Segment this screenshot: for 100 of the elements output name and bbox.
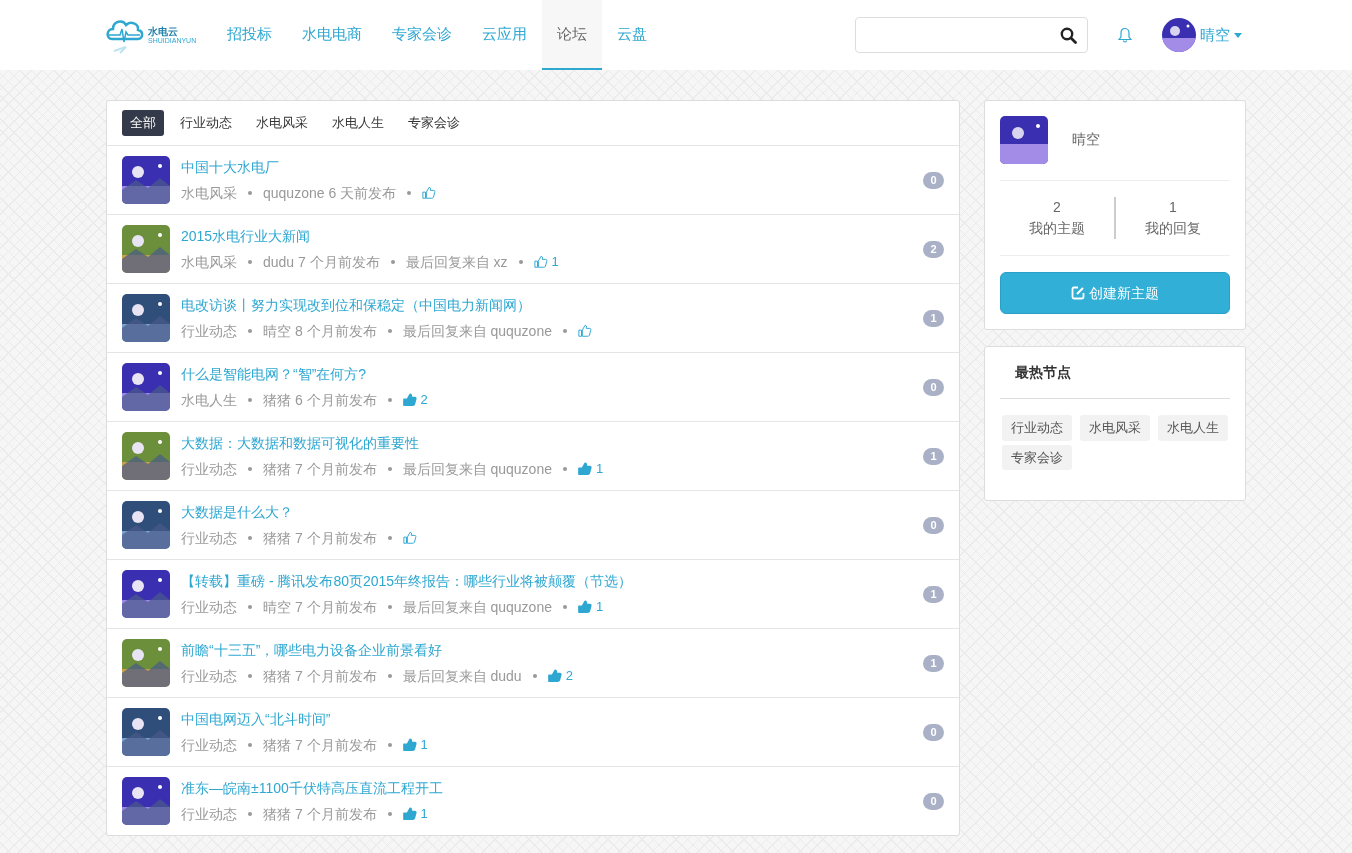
topic-title[interactable]: 什么是智能电网？“智”在何方? [181, 363, 912, 385]
node-link[interactable]: 行业动态 [181, 458, 237, 480]
like-count: 1 [420, 805, 428, 824]
separator-dot [387, 467, 392, 471]
last-reply: 最后回复来自 ququzone [402, 459, 552, 479]
nav-tab[interactable]: 云盘 [602, 0, 663, 70]
reply-count: 0 [923, 723, 944, 741]
author-time: 猪猪 7 个月前发布 [263, 459, 377, 479]
user-menu[interactable]: 晴空 [1162, 18, 1242, 52]
separator-dot [407, 191, 412, 195]
topic-title[interactable]: 中国电网迈入“北斗时间” [181, 708, 912, 730]
node-tag[interactable]: 行业动态 [1002, 415, 1072, 441]
thumbs-up-icon[interactable] [402, 807, 417, 821]
separator-dot [248, 674, 252, 678]
profile-name: 晴空 [1072, 130, 1100, 149]
nav-tab[interactable]: 招投标 [212, 0, 288, 70]
separator-dot [248, 536, 252, 540]
separator-dot [248, 260, 252, 264]
reply-count: 0 [923, 516, 944, 534]
node-link[interactable]: 水电风采 [181, 251, 237, 273]
logo-text: 水电云 [148, 26, 179, 37]
nav-tab[interactable]: 云应用 [467, 0, 543, 70]
nav-tab[interactable]: 水电电商 [287, 0, 378, 70]
node-tag[interactable]: 水电风采 [1080, 415, 1150, 441]
node-tag[interactable]: 专家会诊 [1002, 444, 1072, 470]
like-count: 2 [565, 667, 573, 686]
topic-title[interactable]: 前瞻“十三五”，哪些电力设备企业前景看好 [181, 639, 912, 661]
author-time: dudu 7 个月前发布 [263, 252, 380, 272]
author-time: 晴空 8 个月前发布 [263, 321, 377, 341]
filter-tab[interactable]: 水电风采 [248, 110, 316, 136]
last-reply: 最后回复来自 xz [405, 252, 508, 272]
last-reply: 最后回复来自 ququzone [402, 321, 552, 341]
like-count: 1 [551, 253, 559, 272]
topic-title[interactable]: 电改访谈丨努力实现改到位和保稳定（中国电力新闻网） [181, 294, 912, 316]
separator-dot [248, 398, 252, 402]
thumbs-up-icon[interactable] [402, 531, 417, 545]
reply-count: 2 [923, 240, 944, 258]
stat-link[interactable]: 2 我的主题 [1000, 197, 1114, 239]
bell-icon[interactable] [1118, 27, 1132, 43]
reply-count: 1 [923, 447, 944, 465]
reply-count: 1 [923, 654, 944, 672]
edit-icon [1071, 286, 1085, 300]
separator-dot [563, 605, 567, 609]
thumbs-up-icon[interactable] [422, 186, 437, 200]
separator-dot [563, 467, 567, 471]
nav-tab[interactable]: 论坛 [542, 0, 603, 70]
node-link[interactable]: 水电风采 [181, 182, 237, 204]
thumbs-up-icon[interactable] [533, 255, 548, 269]
node-link[interactable]: 行业动态 [181, 320, 237, 342]
author-time: 猪猪 6 个月前发布 [263, 390, 377, 410]
last-reply: 最后回复来自 ququzone [402, 597, 552, 617]
nav-tab[interactable]: 专家会诊 [377, 0, 468, 70]
thumbs-up-icon[interactable] [578, 324, 592, 338]
filter-tab[interactable]: 全部 [122, 110, 164, 136]
topic-title[interactable]: 2015水电行业大新闻 [181, 225, 912, 247]
separator-dot [518, 260, 523, 264]
node-link[interactable]: 水电人生 [181, 389, 237, 411]
node-link[interactable]: 行业动态 [181, 665, 237, 687]
separator-dot [387, 812, 392, 816]
thumbs-up-icon[interactable] [402, 738, 417, 752]
filter-tab[interactable]: 水电人生 [324, 110, 392, 136]
separator-dot [248, 812, 252, 816]
topic-title[interactable]: 大数据是什么大？ [181, 501, 912, 523]
like-count: 1 [596, 598, 604, 617]
thumbs-up-icon[interactable] [578, 462, 592, 476]
last-reply: 最后回复来自 dudu [402, 666, 522, 686]
thumbs-up-icon[interactable] [402, 393, 417, 407]
author-time: 猪猪 7 个月前发布 [263, 666, 377, 686]
author-time: 猪猪 7 个月前发布 [263, 804, 377, 824]
thumbs-up-icon[interactable] [547, 669, 562, 683]
topic-title[interactable]: 【转载】重磅 - 腾讯发布80页2015年终报告：哪些行业将被颠覆（节选） [181, 570, 912, 592]
separator-dot [387, 329, 392, 333]
separator-dot [248, 191, 252, 195]
topic-title[interactable]: 准东—皖南±1100千伏特高压直流工程开工 [181, 777, 912, 799]
like-count: 2 [420, 391, 428, 410]
thumbs-up-icon[interactable] [578, 600, 592, 614]
separator-dot [563, 329, 567, 333]
create-topic-button[interactable]: 创建新主题 [1000, 272, 1230, 314]
search-icon[interactable] [1060, 26, 1077, 44]
filter-tab[interactable]: 行业动态 [172, 110, 240, 136]
separator-dot [532, 674, 537, 678]
separator-dot [387, 605, 392, 609]
topic-title[interactable]: 大数据：大数据和数据可视化的重要性 [181, 432, 912, 454]
separator-dot [248, 605, 252, 609]
reply-count: 0 [923, 378, 944, 396]
filter-tab[interactable]: 专家会诊 [400, 110, 468, 136]
separator-dot [248, 329, 252, 333]
search-field[interactable] [855, 17, 1088, 53]
node-link[interactable]: 行业动态 [181, 527, 237, 549]
node-link[interactable]: 行业动态 [181, 734, 237, 756]
caret-icon [1234, 32, 1242, 38]
node-tag[interactable]: 水电人生 [1158, 415, 1228, 441]
topic-title[interactable]: 中国十大水电厂 [181, 156, 912, 178]
node-link[interactable]: 行业动态 [181, 596, 237, 618]
node-link[interactable]: 行业动态 [181, 803, 237, 825]
separator-dot [387, 398, 392, 402]
stat-link[interactable]: 1 我的回复 [1114, 197, 1230, 239]
separator-dot [387, 536, 392, 540]
separator-dot [248, 743, 252, 747]
author-time: ququzone 6 天前发布 [263, 183, 397, 203]
